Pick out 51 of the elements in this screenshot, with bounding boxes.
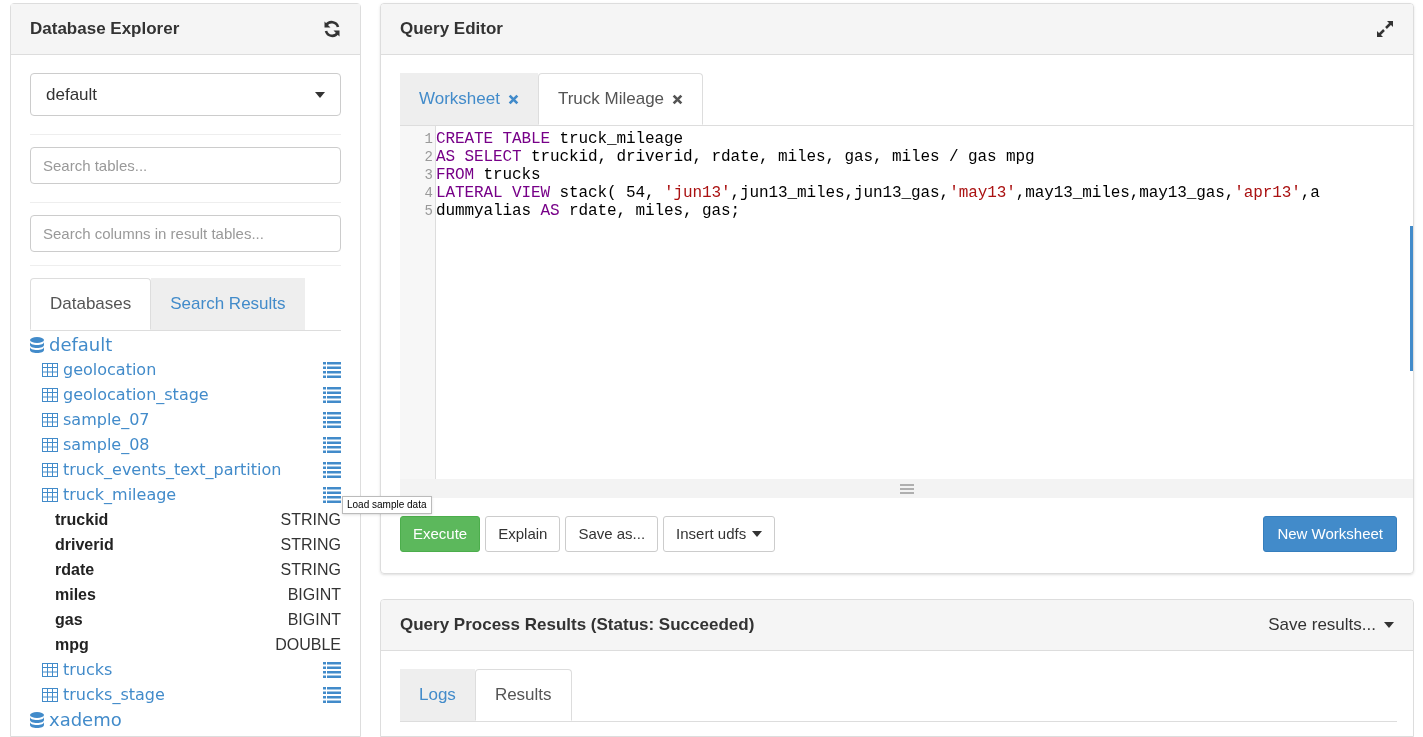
tab[interactable]: Search Results [151,278,305,330]
column-type: BIGINT [287,584,341,605]
table-item[interactable]: trucks [63,657,323,682]
worksheet-tab[interactable]: Worksheet [400,73,538,125]
table-item[interactable]: trucks_stage [63,682,323,707]
action-button[interactable]: Save as... [565,516,659,552]
line-number: 4 [424,184,433,202]
panel-title: Database Explorer [30,18,180,41]
column-type: STRING [280,559,341,580]
code-line: CREATE TABLE truck_mileage [436,130,685,148]
column-name: driverid [55,534,114,555]
tab[interactable]: Results [474,669,572,721]
table-item[interactable]: sample_07 [63,407,323,432]
new-worksheet-button[interactable]: New Worksheet [1263,516,1397,552]
column-name: truckid [55,509,109,530]
line-number: 2 [424,148,433,166]
code-line: LATERAL VIEW stack( 54, 'jun13',jun13_miles,jun13_gas,'may13',may13_miles,may13_gas,'apr13',a [436,184,1321,202]
column-name: rdate [55,559,95,580]
action-button[interactable]: Insert udfs [663,516,776,552]
column-type: BIGINT [287,609,341,630]
panel-title: Query Editor [400,18,503,41]
table-item[interactable]: geolocation_stage [63,382,323,407]
code-line: AS SELECT truckid, driverid, rdate, miles, gas, miles / gas mpg [436,148,1036,166]
code-line: FROM trucks [436,166,542,184]
tooltip: Load sample data [342,496,432,514]
save-results-menu[interactable]: Save results... [1268,612,1394,638]
database-select[interactable]: default [30,73,341,116]
database-item[interactable]: xademo [49,706,122,733]
worksheet-tab[interactable]: Truck Mileage [537,73,704,125]
line-number: 1 [424,130,433,148]
line-number: 3 [424,166,433,184]
action-button[interactable]: Execute [400,516,481,552]
table-item[interactable]: truck_mileage [63,482,323,507]
panel-title: Query Process Results (Status: Succeeded) [400,614,755,637]
action-button[interactable]: Explain [485,516,561,552]
column-name: miles [55,584,96,605]
line-number: 5 [424,202,433,220]
table-item[interactable]: truck_events_text_partition [63,457,323,482]
table-item[interactable]: geolocation [63,357,323,382]
column-name: gas [55,609,83,630]
table-item[interactable]: sample_08 [63,432,323,457]
tab[interactable]: Logs [400,669,475,721]
column-name: mpg [55,634,89,655]
column-type: STRING [280,509,341,530]
database-item[interactable]: default [49,331,113,358]
search-field[interactable]: Search columns in result tables... [30,215,341,252]
code-line: dummyalias AS rdate, miles, gas; [436,202,742,220]
search-field[interactable]: Search tables... [30,147,341,184]
column-type: DOUBLE [275,634,341,655]
column-type: STRING [280,534,341,555]
tab[interactable]: Databases [30,278,152,330]
